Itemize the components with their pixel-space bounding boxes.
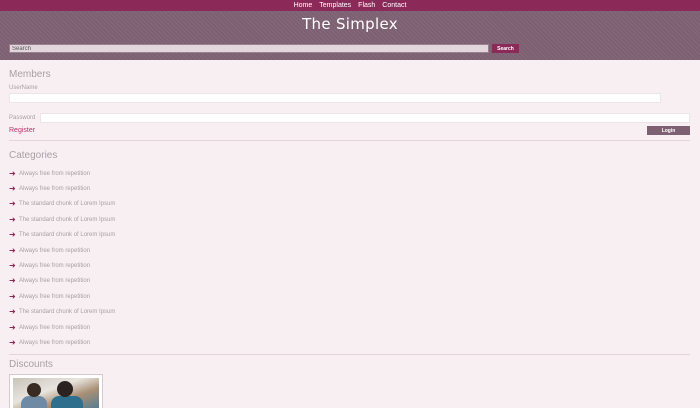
nav-contact-link[interactable]: Contact <box>382 2 406 9</box>
category-link[interactable]: The standard chunk of Lorem Ipsum <box>19 201 115 207</box>
discounts-heading: Discounts <box>9 358 53 370</box>
list-item: ➜ The standard chunk of Lorem Ipsum <box>9 212 690 227</box>
members-section: Members UserName Password Register Login <box>9 69 690 135</box>
list-item: ➜ The standard chunk of Lorem Ipsum <box>9 305 690 320</box>
password-row: Password <box>9 113 690 123</box>
category-link[interactable]: The standard chunk of Lorem Ipsum <box>19 232 115 238</box>
nav-templates-link[interactable]: Templates <box>319 2 351 9</box>
list-item: ➜ Always free from repetition <box>9 258 690 273</box>
category-link[interactable]: Always free from repetition <box>19 294 90 300</box>
category-link[interactable]: Always free from repetition <box>19 171 90 177</box>
list-item: ➜ Always free from repetition <box>9 274 690 289</box>
arrow-right-icon: ➜ <box>9 337 16 347</box>
password-label: Password <box>9 115 36 121</box>
search-input[interactable] <box>9 44 489 53</box>
login-row: Register Login <box>9 126 690 135</box>
list-item: ➜ Always free from repetition <box>9 289 690 304</box>
discounts-section: Discounts <box>9 359 690 408</box>
arrow-right-icon: ➜ <box>9 322 16 332</box>
arrow-right-icon: ➜ <box>9 168 16 178</box>
members-heading: Members <box>9 69 51 80</box>
password-field[interactable] <box>40 113 690 123</box>
arrow-right-icon: ➜ <box>9 214 16 224</box>
arrow-right-icon: ➜ <box>9 230 16 240</box>
list-item: ➜ Always free from repetition <box>9 181 690 196</box>
category-list: ➜ Always free from repetition ➜ Always fre… <box>9 166 690 351</box>
list-item: ➜ Always free from repetition <box>9 335 690 350</box>
list-item: ➜ The standard chunk of Lorem Ipsum <box>9 197 690 212</box>
main-content: Members UserName Password Register Login… <box>0 69 700 408</box>
list-item: ➜ The standard chunk of Lorem Ipsum <box>9 228 690 243</box>
username-label: UserName <box>9 85 38 91</box>
category-link[interactable]: The standard chunk of Lorem Ipsum <box>19 309 115 315</box>
discount-photo <box>13 377 99 408</box>
top-navigation: Home Templates Flash Contact <box>0 0 700 11</box>
category-link[interactable]: Always free from repetition <box>19 340 90 346</box>
category-link[interactable]: Always free from repetition <box>19 186 90 192</box>
list-item: ➜ Always free from repetition <box>9 243 690 258</box>
search-bar: Search <box>9 44 519 53</box>
arrow-right-icon: ➜ <box>9 261 16 271</box>
arrow-right-icon: ➜ <box>9 245 16 255</box>
search-button[interactable]: Search <box>492 44 519 53</box>
nav-home-link[interactable]: Home <box>294 2 313 9</box>
section-divider <box>9 140 690 141</box>
arrow-right-icon: ➜ <box>9 184 16 194</box>
register-link[interactable]: Register <box>9 127 35 134</box>
category-link[interactable]: Always free from repetition <box>19 263 90 269</box>
site-header: The Simplex Search <box>0 11 700 60</box>
site-title: The Simplex <box>302 15 398 33</box>
section-divider <box>9 353 690 355</box>
discount-card[interactable] <box>9 373 103 408</box>
username-field[interactable] <box>9 93 661 103</box>
category-link[interactable]: Always free from repetition <box>19 325 90 331</box>
nav-flash-link[interactable]: Flash <box>358 2 375 9</box>
category-link[interactable]: Always free from repetition <box>19 248 90 254</box>
arrow-right-icon: ➜ <box>9 199 16 209</box>
categories-heading: Categories <box>9 150 58 161</box>
category-link[interactable]: Always free from repetition <box>19 278 90 284</box>
categories-section: Categories ➜ Always free from repetition … <box>9 150 690 351</box>
arrow-right-icon: ➜ <box>9 307 16 317</box>
arrow-right-icon: ➜ <box>9 291 16 301</box>
arrow-right-icon: ➜ <box>9 276 16 286</box>
login-button[interactable]: Login <box>647 126 690 135</box>
list-item: ➜ Always free from repetition <box>9 320 690 335</box>
list-item: ➜ Always free from repetition <box>9 166 690 181</box>
category-link[interactable]: The standard chunk of Lorem Ipsum <box>19 217 115 223</box>
